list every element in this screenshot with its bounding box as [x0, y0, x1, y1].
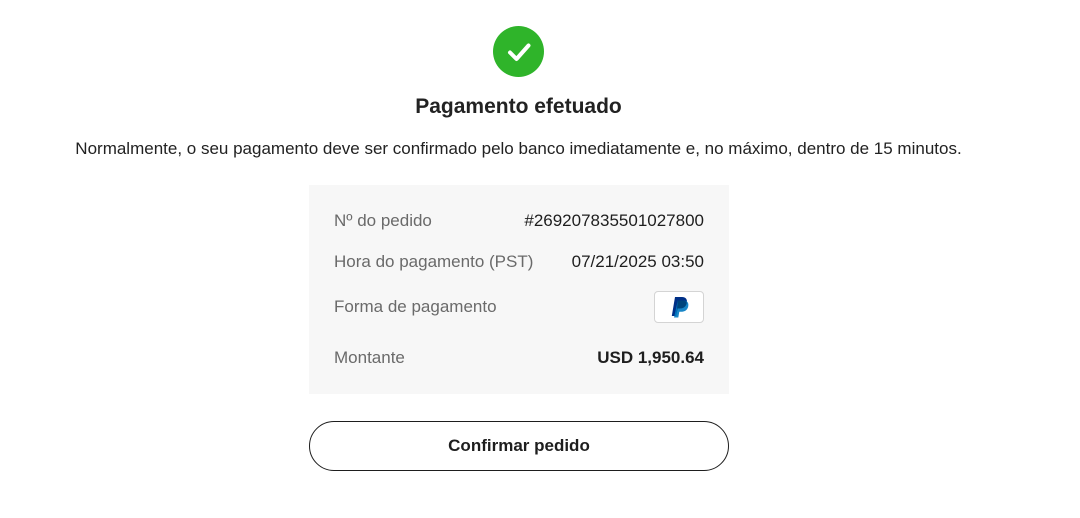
payment-time-label: Hora do pagamento (PST) — [334, 252, 534, 271]
payment-success-page: Pagamento efetuado Normalmente, o seu pa… — [0, 0, 1080, 518]
payment-time-value: 07/21/2025 03:50 — [571, 252, 704, 271]
paypal-logo-icon — [671, 297, 689, 318]
amount-label: Montante — [334, 348, 405, 367]
payment-method-label: Forma de pagamento — [334, 297, 497, 316]
page-title: Pagamento efetuado — [415, 95, 622, 118]
payment-details-card: Nº do pedido #269207835501027800 Hora do… — [309, 185, 729, 394]
amount-row: Montante USD 1,950.64 — [334, 348, 704, 368]
order-number-row: Nº do pedido #269207835501027800 — [334, 211, 704, 231]
checkmark-icon — [507, 43, 530, 61]
order-number-label: Nº do pedido — [334, 211, 432, 230]
paypal-icon — [654, 291, 704, 323]
check-circle-icon — [493, 26, 544, 77]
payment-time-row: Hora do pagamento (PST) 07/21/2025 03:50 — [334, 252, 704, 272]
payment-method-row: Forma de pagamento — [334, 291, 704, 323]
confirmation-message: Normalmente, o seu pagamento deve ser co… — [75, 139, 962, 158]
amount-value: USD 1,950.64 — [597, 348, 704, 367]
confirm-order-button[interactable]: Confirmar pedido — [309, 421, 729, 471]
order-number-value: #269207835501027800 — [524, 211, 704, 230]
